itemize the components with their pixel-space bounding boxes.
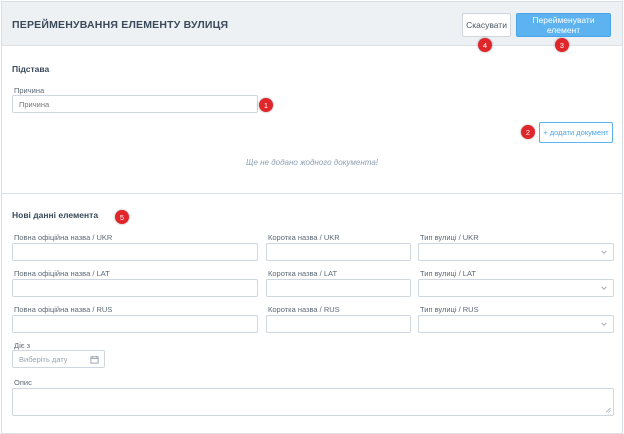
- short-name-ukr-input[interactable]: [266, 243, 411, 261]
- calendar-icon[interactable]: [90, 355, 99, 364]
- full-name-ukr-label: Повна офіційна назва / UKR: [14, 233, 113, 242]
- street-type-ukr-select[interactable]: [418, 243, 614, 261]
- page-title: ПЕРЕЙМЕНУВАННЯ ЕЛЕМЕНТУ ВУЛИЦЯ: [12, 19, 229, 31]
- chevron-down-icon: [601, 322, 607, 326]
- section-divider: [2, 193, 622, 194]
- reason-label: Причина: [14, 86, 45, 95]
- marker-5: 5: [115, 210, 129, 224]
- short-name-rus-input[interactable]: [266, 315, 411, 333]
- add-document-button[interactable]: + додати документ: [539, 122, 613, 143]
- street-type-lat-label: Тип вулиці / LAT: [420, 269, 476, 278]
- reason-input[interactable]: [12, 95, 258, 113]
- short-name-lat-input[interactable]: [266, 279, 411, 297]
- full-name-ukr-input[interactable]: [12, 243, 258, 261]
- cancel-button[interactable]: Скасувати: [462, 13, 511, 37]
- chevron-down-icon: [601, 286, 607, 290]
- valid-from-label: Діє з: [14, 341, 31, 350]
- description-label: Опис: [14, 378, 32, 387]
- basis-section-title: Підстава: [12, 64, 50, 74]
- marker-2: 2: [521, 125, 535, 139]
- form-header: ПЕРЕЙМЕНУВАННЯ ЕЛЕМЕНТУ ВУЛИЦЯ Скасувати…: [2, 2, 622, 46]
- street-type-ukr-label: Тип вулиці / UKR: [420, 233, 479, 242]
- date-placeholder: Виберіть дату: [19, 354, 68, 364]
- short-name-lat-label: Коротка назва / LAT: [268, 269, 338, 278]
- full-name-lat-label: Повна офіційна назва / LAT: [14, 269, 110, 278]
- marker-3: 3: [555, 38, 569, 52]
- no-documents-message: Ще не додано жодного документа!: [245, 158, 379, 167]
- rename-element-button[interactable]: Перейменувати елемент: [516, 13, 611, 37]
- rename-form: ПЕРЕЙМЕНУВАННЯ ЕЛЕМЕНТУ ВУЛИЦЯ Скасувати…: [1, 1, 623, 434]
- marker-4: 4: [478, 38, 492, 52]
- short-name-rus-label: Коротка назва / RUS: [268, 305, 340, 314]
- new-data-section-title: Нові данні елемента: [12, 210, 99, 220]
- full-name-lat-input[interactable]: [12, 279, 258, 297]
- valid-from-date-input[interactable]: Виберіть дату: [12, 350, 105, 368]
- chevron-down-icon: [601, 250, 607, 254]
- short-name-ukr-label: Коротка назва / UKR: [268, 233, 340, 242]
- street-type-rus-select[interactable]: [418, 315, 614, 333]
- description-textarea[interactable]: [12, 388, 614, 416]
- street-type-rus-label: Тип вулиці / RUS: [420, 305, 479, 314]
- full-name-rus-input[interactable]: [12, 315, 258, 333]
- full-name-rus-label: Повна офіційна назва / RUS: [14, 305, 113, 314]
- resize-grip-icon[interactable]: [605, 407, 611, 413]
- street-type-lat-select[interactable]: [418, 279, 614, 297]
- marker-1: 1: [259, 98, 273, 112]
